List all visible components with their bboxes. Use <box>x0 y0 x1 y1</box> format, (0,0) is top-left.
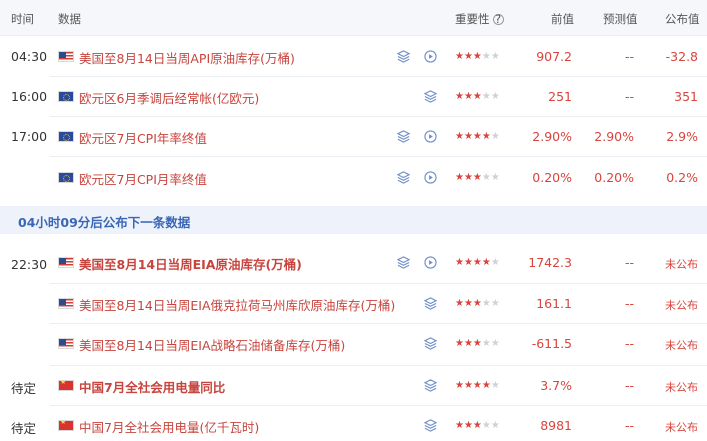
forecast-value: -- <box>624 336 634 351</box>
table-row[interactable]: 22:30 美国至8月14日当周EIA原油库存(万桶) ★★★★★ 1742.3… <box>0 242 707 284</box>
play-icon[interactable] <box>424 130 437 143</box>
eu-flag-icon <box>58 91 74 102</box>
header-forecast: 预测值 <box>603 12 638 26</box>
previous-value: 251 <box>548 89 572 104</box>
event-name[interactable]: 美国至8月14日当周EIA俄克拉荷马州库欣原油库存(万桶) <box>79 295 395 314</box>
table-row[interactable]: 17:00 欧元区7月CPI年率终值 ★★★★★ 2.90% 2.90% 2.9… <box>0 117 707 157</box>
event-name[interactable]: 中国7月全社会用电量同比 <box>79 377 225 396</box>
table-header: 时间 数据 重要性 ? 前值 预测值 公布值 <box>0 0 707 36</box>
table-row[interactable]: 16:00 欧元区6月季调后经常帐(亿欧元) ★★★★★ 251 -- 351 <box>0 77 707 117</box>
event-name[interactable]: 美国至8月14日当周EIA战略石油储备库存(万桶) <box>79 335 345 354</box>
actual-value: 未公布 <box>665 339 698 352</box>
layers-icon[interactable] <box>424 419 437 432</box>
help-icon[interactable]: ? <box>492 13 504 25</box>
layers-icon[interactable] <box>424 379 437 392</box>
header-data: 数据 <box>58 12 81 26</box>
layers-icon[interactable] <box>397 50 410 63</box>
layers-icon[interactable] <box>424 90 437 103</box>
importance-stars: ★★★★★ <box>455 257 500 268</box>
row-time: 04:30 <box>11 49 48 64</box>
actual-value: 未公布 <box>665 299 698 312</box>
us-flag-icon <box>58 257 74 268</box>
forecast-value: -- <box>624 49 634 64</box>
previous-value: 0.20% <box>532 170 572 185</box>
previous-value: 3.7% <box>540 378 572 393</box>
event-name[interactable]: 中国7月全社会用电量(亿千瓦时) <box>79 417 259 436</box>
cn-flag-icon <box>58 380 74 391</box>
previous-value: 907.2 <box>536 49 572 64</box>
eu-flag-icon <box>58 131 74 142</box>
actual-value: 未公布 <box>665 381 698 394</box>
header-time: 时间 <box>11 12 34 26</box>
actual-value: 未公布 <box>665 258 698 271</box>
forecast-value: -- <box>624 296 634 311</box>
row-time: 22:30 <box>11 257 48 272</box>
play-icon[interactable] <box>424 256 437 269</box>
layers-icon[interactable] <box>424 297 437 310</box>
forecast-value: -- <box>624 378 634 393</box>
importance-stars: ★★★★★ <box>455 420 500 431</box>
header-importance-label: 重要性 <box>455 12 490 26</box>
forecast-value: 0.20% <box>594 170 634 185</box>
table-row[interactable]: 欧元区7月CPI月率终值 ★★★★★ 0.20% 0.20% 0.2% <box>0 157 707 201</box>
event-name[interactable]: 欧元区6月季调后经常帐(亿欧元) <box>79 88 259 107</box>
layers-icon[interactable] <box>424 337 437 350</box>
importance-stars: ★★★★★ <box>455 172 500 183</box>
us-flag-icon <box>58 51 74 62</box>
importance-stars: ★★★★★ <box>455 51 500 62</box>
header-importance: 重要性 ? <box>455 11 504 27</box>
actual-value: 未公布 <box>665 421 698 434</box>
play-icon[interactable] <box>424 50 437 63</box>
forecast-value: -- <box>624 255 634 270</box>
event-name[interactable]: 美国至8月14日当周EIA原油库存(万桶) <box>79 254 302 273</box>
importance-stars: ★★★★★ <box>455 338 500 349</box>
eu-flag-icon <box>58 172 74 183</box>
row-time: 16:00 <box>11 89 48 104</box>
layers-icon[interactable] <box>397 130 410 143</box>
previous-value: -611.5 <box>531 336 572 351</box>
forecast-value: 2.90% <box>594 129 634 144</box>
notice-text: 04小时09分后公布下一条数据 <box>18 215 191 230</box>
table-row[interactable]: 待定 中国7月全社会用电量同比 ★★★★★ 3.7% -- 未公布 <box>0 366 707 406</box>
importance-stars: ★★★★★ <box>455 380 500 391</box>
actual-value: 0.2% <box>666 170 698 185</box>
row-time: 待定 <box>11 381 37 396</box>
table-row[interactable]: 待定 中国7月全社会用电量(亿千瓦时) ★★★★★ 8981 -- 未公布 <box>0 406 707 441</box>
actual-value: 2.9% <box>666 129 698 144</box>
table-row[interactable]: 美国至8月14日当周EIA俄克拉荷马州库欣原油库存(万桶) ★★★★★ 161.… <box>0 284 707 324</box>
row-time: 待定 <box>11 421 37 436</box>
importance-stars: ★★★★★ <box>455 91 500 102</box>
importance-stars: ★★★★★ <box>455 131 500 142</box>
importance-stars: ★★★★★ <box>455 298 500 309</box>
previous-value: 2.90% <box>532 129 572 144</box>
actual-value: -32.8 <box>665 49 698 64</box>
forecast-value: -- <box>624 418 634 433</box>
event-name[interactable]: 欧元区7月CPI年率终值 <box>79 128 207 147</box>
layers-icon[interactable] <box>397 171 410 184</box>
layers-icon[interactable] <box>397 256 410 269</box>
event-name[interactable]: 欧元区7月CPI月率终值 <box>79 169 207 188</box>
actual-value: 351 <box>674 89 698 104</box>
event-name[interactable]: 美国至8月14日当周API原油库存(万桶) <box>79 48 295 67</box>
header-previous: 前值 <box>551 12 574 26</box>
table-row[interactable]: 美国至8月14日当周EIA战略石油储备库存(万桶) ★★★★★ -611.5 -… <box>0 324 707 366</box>
us-flag-icon <box>58 298 74 309</box>
previous-value: 161.1 <box>536 296 572 311</box>
header-actual: 公布值 <box>665 12 700 26</box>
play-icon[interactable] <box>424 171 437 184</box>
forecast-value: -- <box>624 89 634 104</box>
previous-value: 8981 <box>540 418 572 433</box>
table-row[interactable]: 04:30 美国至8月14日当周API原油库存(万桶) ★★★★★ 907.2 … <box>0 37 707 77</box>
previous-value: 1742.3 <box>528 255 572 270</box>
us-flag-icon <box>58 338 74 349</box>
row-time: 17:00 <box>11 129 48 144</box>
next-release-notice: 04小时09分后公布下一条数据 <box>0 206 707 234</box>
cn-flag-icon <box>58 420 74 431</box>
